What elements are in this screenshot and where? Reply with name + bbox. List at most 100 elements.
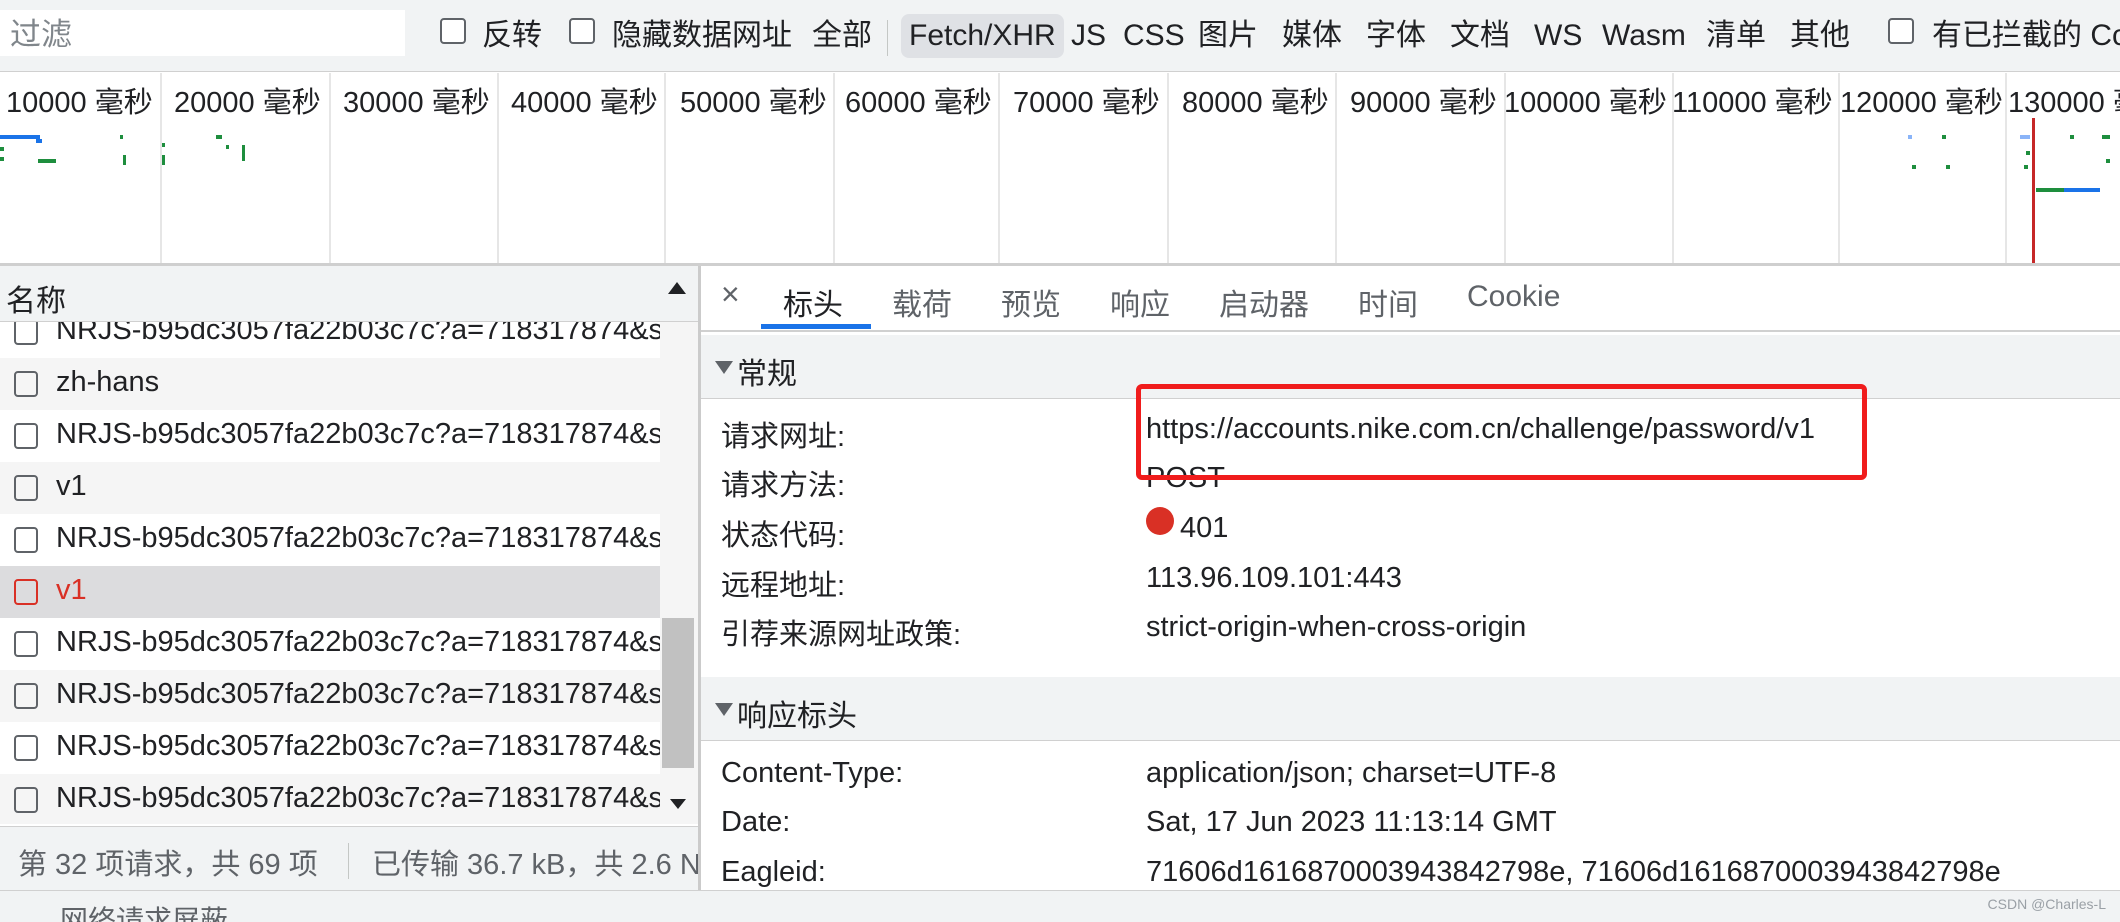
request-checkbox[interactable]: [14, 423, 38, 449]
list-item[interactable]: NRJS-b95dc3057fa22b03c7c?a=718317874&s: [0, 322, 660, 358]
status-code-value: 401: [1180, 512, 1229, 544]
request-name: NRJS-b95dc3057fa22b03c7c?a=718317874&s: [56, 782, 660, 814]
filter-type-all[interactable]: 全部: [812, 14, 872, 58]
filter-type-js[interactable]: JS: [1071, 14, 1106, 58]
timeline-request-mark: [162, 143, 165, 147]
tab-payload[interactable]: 载荷: [892, 280, 952, 324]
list-scrollbar-thumb[interactable]: [662, 618, 694, 768]
tab-preview[interactable]: 预览: [1001, 280, 1061, 324]
grid-line: [833, 73, 835, 263]
tab-response[interactable]: 响应: [1110, 280, 1170, 324]
request-checkbox[interactable]: [14, 322, 38, 345]
status-divider: [348, 843, 349, 879]
grid-line: [2005, 73, 2007, 263]
section-title: 常规: [737, 358, 797, 391]
filter-type-manifest[interactable]: 清单: [1706, 14, 1766, 58]
filter-type-ws[interactable]: WS: [1534, 14, 1582, 58]
request-checkbox[interactable]: [14, 631, 38, 657]
timeline-request-mark: [2064, 188, 2100, 192]
sort-ascending-icon[interactable]: [668, 282, 686, 294]
filter-type-font[interactable]: 字体: [1366, 14, 1426, 58]
filter-type-media[interactable]: 媒体: [1282, 14, 1342, 58]
list-item[interactable]: NRJS-b95dc3057fa22b03c7c?a=718317874&s: [0, 722, 660, 774]
list-item[interactable]: v1: [0, 462, 660, 514]
response-headers-section-header[interactable]: 响应标头: [701, 677, 2120, 741]
transfer-size: 已传输 36.7 kB，共 2.6 N: [372, 849, 700, 881]
chevron-down-icon[interactable]: [715, 361, 733, 374]
timeline-overview[interactable]: 10000 毫秒 20000 毫秒 30000 毫秒 40000 毫秒 5000…: [0, 73, 2120, 266]
tab-headers[interactable]: 标头: [783, 280, 843, 324]
date-key: Date:: [721, 806, 791, 838]
timeline-tick: 30000 毫秒: [343, 87, 490, 119]
timeline-request-mark: [2106, 159, 2110, 163]
bottom-drawer[interactable]: 网络请求屏蔽: [0, 890, 2120, 922]
invert-label[interactable]: 反转: [482, 14, 542, 58]
request-name: NRJS-b95dc3057fa22b03c7c?a=718317874&s: [56, 522, 660, 554]
request-list-header[interactable]: 名称: [0, 266, 700, 322]
blocked-cookies-checkbox[interactable]: [1888, 18, 1914, 44]
filter-type-fetch-xhr[interactable]: Fetch/XHR: [901, 14, 1064, 58]
list-item[interactable]: NRJS-b95dc3057fa22b03c7c?a=718317874&s: [0, 774, 660, 824]
watermark: CSDN @Charles-L: [1987, 896, 2106, 912]
grid-line: [1167, 73, 1169, 263]
active-tab-indicator: [761, 324, 871, 329]
hide-data-urls-checkbox[interactable]: [569, 18, 595, 44]
scroll-down-icon[interactable]: [670, 799, 686, 809]
filter-type-wasm[interactable]: Wasm: [1602, 14, 1686, 58]
content-type-value: application/json; charset=UTF-8: [1146, 757, 1557, 789]
timeline-request-mark: [120, 135, 123, 139]
request-checkbox[interactable]: [14, 527, 38, 553]
timeline-request-mark: [0, 157, 4, 161]
close-icon[interactable]: ×: [721, 276, 740, 313]
invert-checkbox[interactable]: [440, 18, 466, 44]
timeline-request-mark: [2026, 151, 2030, 155]
timeline-request-mark: [216, 135, 222, 139]
timeline-request-mark: [1908, 135, 1912, 139]
timeline-request-mark: [162, 155, 165, 165]
request-name: NRJS-b95dc3057fa22b03c7c?a=718317874&s: [56, 678, 660, 710]
tab-initiator[interactable]: 启动器: [1219, 280, 1309, 324]
request-checkbox[interactable]: [14, 475, 38, 501]
referrer-policy-key: 引荐来源网址政策:: [721, 619, 962, 651]
request-checkbox[interactable]: [14, 787, 38, 813]
date-value: Sat, 17 Jun 2023 11:13:14 GMT: [1146, 806, 1557, 838]
detail-tabs: × 标头 载荷 预览 响应 启动器 时间 Cookie: [701, 266, 2120, 332]
timeline-tick: 70000 毫秒: [1013, 87, 1160, 119]
timeline-tick: 130000 毫: [2008, 87, 2120, 119]
filter-type-img[interactable]: 图片: [1198, 14, 1258, 58]
list-item-selected[interactable]: v1: [0, 566, 660, 618]
filter-type-css[interactable]: CSS: [1123, 14, 1185, 58]
grid-line: [329, 73, 331, 263]
tab-timing[interactable]: 时间: [1358, 280, 1418, 324]
request-checkbox[interactable]: [14, 683, 38, 709]
list-item[interactable]: NRJS-b95dc3057fa22b03c7c?a=718317874&s: [0, 670, 660, 722]
filter-type-other[interactable]: 其他: [1790, 14, 1850, 58]
drawer-tab-label[interactable]: 网络请求屏蔽: [60, 899, 228, 922]
list-item[interactable]: NRJS-b95dc3057fa22b03c7c?a=718317874&s: [0, 514, 660, 566]
list-item[interactable]: NRJS-b95dc3057fa22b03c7c?a=718317874&s: [0, 410, 660, 462]
request-name: NRJS-b95dc3057fa22b03c7c?a=718317874&s: [56, 730, 660, 762]
filter-toolbar: 反转 隐藏数据网址 全部 Fetch/XHR JS CSS 图片 媒体 字体 文…: [0, 0, 2120, 72]
request-checkbox[interactable]: [14, 735, 38, 761]
blocked-cookies-label[interactable]: 有已拦截的 Cc: [1932, 14, 2120, 58]
grid-line: [998, 73, 1000, 263]
filter-type-doc[interactable]: 文档: [1450, 14, 1510, 58]
request-list: NRJS-b95dc3057fa22b03c7c?a=718317874&s z…: [0, 322, 660, 824]
timeline-request-mark: [123, 155, 126, 165]
request-summary-bar: 第 32 项请求，共 69 项 已传输 36.7 kB，共 2.6 N: [0, 826, 700, 890]
list-item[interactable]: NRJS-b95dc3057fa22b03c7c?a=718317874&s: [0, 618, 660, 670]
request-checkbox[interactable]: [14, 371, 38, 397]
hide-data-urls-label[interactable]: 隐藏数据网址: [612, 14, 792, 58]
tab-cookies[interactable]: Cookie: [1467, 280, 1560, 314]
filter-input[interactable]: [0, 10, 405, 56]
timeline-request-mark: [2020, 135, 2030, 139]
request-name: NRJS-b95dc3057fa22b03c7c?a=718317874&s: [56, 322, 660, 346]
grid-line: [1335, 73, 1337, 263]
timeline-request-mark: [226, 145, 229, 149]
chevron-down-icon[interactable]: [715, 703, 733, 716]
list-item[interactable]: zh-hans: [0, 358, 660, 410]
request-checkbox[interactable]: [14, 579, 38, 605]
timeline-tick: 110000 毫秒: [1672, 87, 1833, 119]
content-type-key: Content-Type:: [721, 757, 904, 789]
name-column-header[interactable]: 名称: [6, 276, 66, 320]
